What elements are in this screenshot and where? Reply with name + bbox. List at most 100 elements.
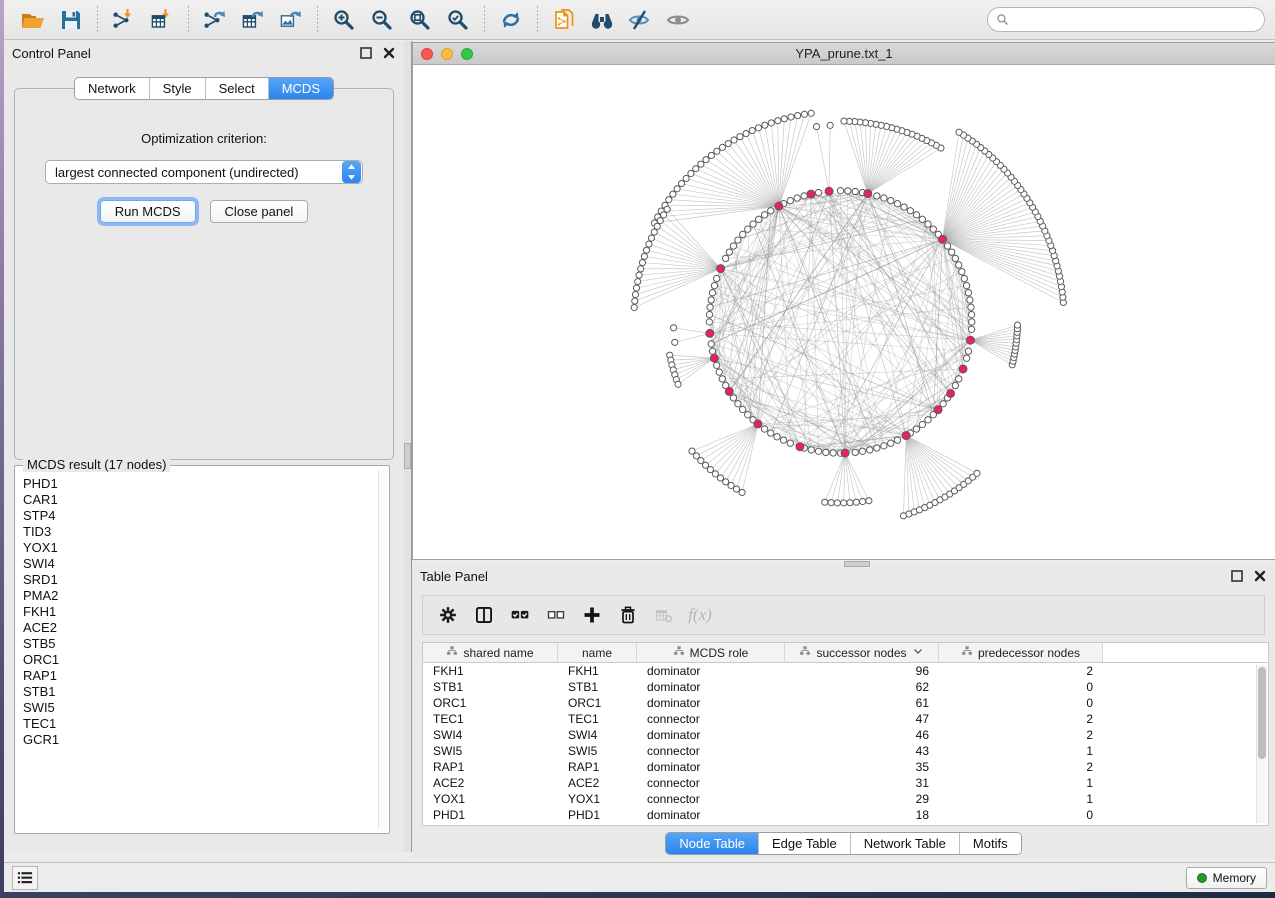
graph-node[interactable] (735, 237, 741, 243)
criterion-dropdown[interactable]: largest connected component (undirected) (45, 160, 363, 184)
graph-satellite-node[interactable] (664, 206, 670, 212)
graph-node[interactable] (730, 243, 736, 249)
graph-satellite-node[interactable] (860, 498, 866, 504)
graph-node[interactable] (968, 311, 974, 317)
graph-node[interactable] (961, 275, 967, 281)
splitter-handle[interactable] (404, 443, 411, 469)
show-all-icon[interactable] (659, 4, 697, 36)
graph-satellite-node[interactable] (749, 127, 755, 133)
mcds-result-item[interactable]: ORC1 (19, 652, 377, 668)
graph-node[interactable] (888, 440, 894, 446)
mcds-result-item[interactable]: ACE2 (19, 620, 377, 636)
close-panel-button[interactable]: Close panel (210, 200, 309, 223)
table-row[interactable]: FKH1FKH1dominator962 (423, 663, 1268, 679)
mcds-result-item[interactable]: STB1 (19, 684, 377, 700)
import-network-icon[interactable] (105, 4, 143, 36)
graph-satellite-node[interactable] (725, 140, 731, 146)
graph-satellite-node[interactable] (841, 118, 847, 124)
graph-hub-node[interactable] (706, 329, 714, 337)
mcds-result-item[interactable]: PHD1 (19, 476, 377, 492)
graph-node[interactable] (801, 193, 807, 199)
graph-node[interactable] (726, 249, 732, 255)
graph-node[interactable] (968, 326, 974, 332)
add-icon[interactable] (577, 600, 607, 630)
graph-node[interactable] (894, 437, 900, 443)
graph-hub-node[interactable] (725, 387, 733, 395)
graph-node[interactable] (719, 376, 725, 382)
zoom-in-icon[interactable] (325, 4, 363, 36)
graph-node[interactable] (852, 188, 858, 194)
graph-satellite-node[interactable] (762, 122, 768, 128)
graph-satellite-node[interactable] (788, 114, 794, 120)
graph-node[interactable] (823, 449, 829, 455)
search-input[interactable] (1014, 13, 1256, 27)
graph-hub-node[interactable] (902, 432, 910, 440)
table-scrollbar[interactable] (1256, 665, 1267, 823)
graph-satellite-node[interactable] (866, 498, 872, 504)
graph-node[interactable] (859, 448, 865, 454)
graph-satellite-node[interactable] (671, 325, 677, 331)
graph-node[interactable] (965, 348, 971, 354)
table-row[interactable]: ACE2ACE2connector311 (423, 775, 1268, 791)
graph-node[interactable] (852, 449, 858, 455)
graph-hub-node[interactable] (864, 190, 872, 198)
graph-node[interactable] (925, 221, 931, 227)
zoom-selected-icon[interactable] (439, 4, 477, 36)
graph-satellite-node[interactable] (847, 500, 853, 506)
graph-hub-node[interactable] (966, 336, 974, 344)
tab-edge-table[interactable]: Edge Table (759, 833, 851, 854)
graph-node[interactable] (750, 221, 756, 227)
column-header-MCDS-role[interactable]: MCDS role (637, 643, 785, 663)
graph-node[interactable] (919, 421, 925, 427)
horizontal-splitter-handle[interactable] (844, 561, 870, 567)
tab-node-table[interactable]: Node Table (666, 833, 759, 854)
graph-node[interactable] (963, 282, 969, 288)
graph-node[interactable] (952, 382, 958, 388)
mcds-result-item[interactable]: FKH1 (19, 604, 377, 620)
tab-style[interactable]: Style (150, 78, 206, 99)
search-box[interactable] (987, 7, 1265, 32)
graph-satellite-node[interactable] (853, 499, 859, 505)
graph-node[interactable] (808, 447, 814, 453)
graph-node[interactable] (948, 249, 954, 255)
mcds-result-item[interactable]: SWI4 (19, 556, 377, 572)
mcds-result-item[interactable]: CAR1 (19, 492, 377, 508)
tab-motifs[interactable]: Motifs (960, 833, 1021, 854)
graph-satellite-node[interactable] (719, 144, 725, 150)
mcds-result-item[interactable]: GCR1 (19, 732, 377, 748)
export-network-icon[interactable] (196, 4, 234, 36)
graph-node[interactable] (881, 195, 887, 201)
graph-node[interactable] (874, 193, 880, 199)
graph-hub-node[interactable] (807, 190, 815, 198)
graph-node[interactable] (787, 440, 793, 446)
table-row[interactable]: SWI5SWI5connector431 (423, 743, 1268, 759)
graph-node[interactable] (959, 269, 965, 275)
graph-node[interactable] (845, 188, 851, 194)
graph-satellite-node[interactable] (834, 500, 840, 506)
graph-node[interactable] (768, 208, 774, 214)
graph-satellite-node[interactable] (678, 180, 684, 186)
table-row[interactable]: ORC1ORC1dominator610 (423, 695, 1268, 711)
graph-satellite-node[interactable] (654, 223, 660, 229)
graph-node[interactable] (965, 290, 971, 296)
graph-satellite-node[interactable] (675, 381, 681, 387)
graph-node[interactable] (956, 376, 962, 382)
refresh-layout-icon[interactable] (492, 4, 530, 36)
graph-node[interactable] (830, 450, 836, 456)
graph-satellite-node[interactable] (841, 500, 847, 506)
open-file-icon[interactable] (14, 4, 52, 36)
graph-satellite-node[interactable] (641, 253, 647, 259)
graph-satellite-node[interactable] (974, 470, 980, 476)
graph-node[interactable] (723, 255, 729, 261)
graph-node[interactable] (740, 406, 746, 412)
table-row[interactable]: TEC1TEC1connector472 (423, 711, 1268, 727)
graph-satellite-node[interactable] (956, 129, 962, 135)
mcds-result-item[interactable]: STB5 (19, 636, 377, 652)
graph-node[interactable] (787, 197, 793, 203)
graph-satellite-node[interactable] (827, 122, 833, 128)
graph-hub-node[interactable] (754, 420, 762, 428)
graph-hub-node[interactable] (710, 354, 718, 362)
run-mcds-button[interactable]: Run MCDS (100, 200, 196, 223)
zoom-fit-icon[interactable] (401, 4, 439, 36)
close-window-button[interactable] (421, 48, 433, 60)
